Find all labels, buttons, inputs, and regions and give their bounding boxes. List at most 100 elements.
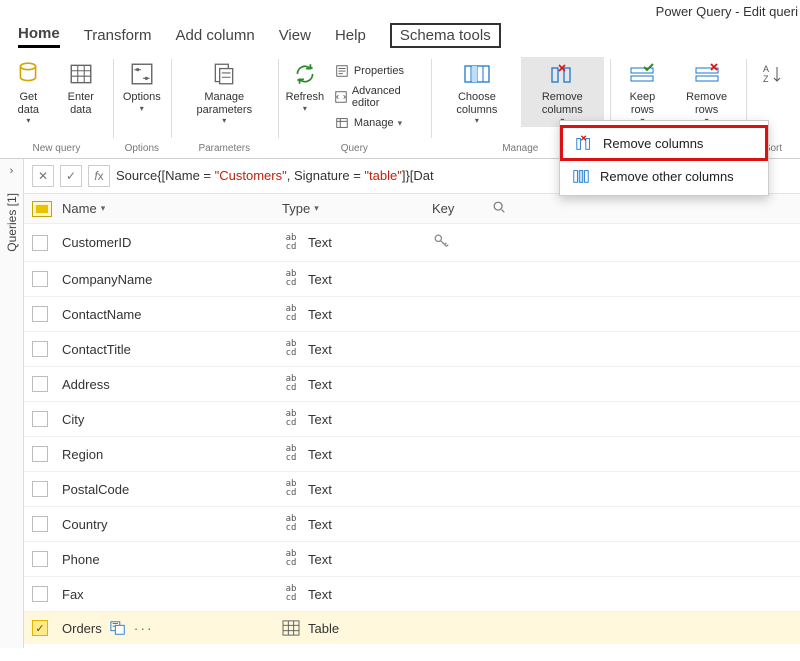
row-name: City <box>62 412 84 427</box>
text-type-icon: abcd <box>282 445 300 463</box>
table-row[interactable]: ✓Orders···Table <box>24 612 800 644</box>
get-data-button[interactable]: Get data▾ <box>6 57 51 127</box>
row-name: ContactTitle <box>62 342 131 357</box>
group-manage: Manage <box>502 143 538 158</box>
row-checkbox[interactable] <box>32 551 48 567</box>
keep-rows-button[interactable]: Keep rows▾ <box>616 57 669 127</box>
row-type: Text <box>308 377 332 392</box>
properties-button[interactable]: Properties <box>330 61 425 81</box>
row-checkbox[interactable] <box>32 411 48 427</box>
row-type: Text <box>308 235 332 250</box>
name-column-header[interactable]: Name <box>62 201 97 216</box>
key-icon <box>432 232 450 250</box>
row-name: PostalCode <box>62 482 129 497</box>
tab-view[interactable]: View <box>279 24 311 47</box>
text-type-icon: abcd <box>282 234 300 252</box>
group-options: Options <box>125 143 159 158</box>
table-type-icon <box>282 620 300 636</box>
svg-text:A: A <box>763 64 769 74</box>
formula-text[interactable]: Source{[Name = "Customers", Signature = … <box>116 168 434 184</box>
tab-home[interactable]: Home <box>18 22 60 48</box>
refresh-icon <box>290 59 320 89</box>
choose-columns-button[interactable]: Choose columns▾ <box>437 57 517 127</box>
properties-icon <box>334 63 350 79</box>
tab-transform[interactable]: Transform <box>84 24 152 47</box>
row-checkbox[interactable] <box>32 376 48 392</box>
remove-rows-button[interactable]: Remove rows▾ <box>673 57 740 127</box>
row-type: Text <box>308 587 332 602</box>
table-row[interactable]: PostalCode abcd Text <box>24 472 800 507</box>
row-checkbox[interactable] <box>32 271 48 287</box>
cancel-formula-button[interactable]: ✕ <box>32 165 54 187</box>
remove-rows-icon <box>692 59 722 89</box>
row-name: ContactName <box>62 307 141 322</box>
keep-rows-icon <box>627 59 657 89</box>
text-type-icon: abcd <box>282 305 300 323</box>
remove-other-columns-icon <box>572 167 590 185</box>
tab-help[interactable]: Help <box>335 24 366 47</box>
tab-schema-tools[interactable]: Schema tools <box>390 23 501 48</box>
search-icon <box>492 200 506 217</box>
enter-data-button[interactable]: Enter data <box>55 57 107 127</box>
row-type: Text <box>308 272 332 287</box>
manage-parameters-button[interactable]: Manage parameters▾ <box>177 57 272 127</box>
row-checkbox[interactable] <box>32 446 48 462</box>
accept-formula-button[interactable]: ✓ <box>60 165 82 187</box>
text-type-icon: abcd <box>282 375 300 393</box>
group-new-query: New query <box>33 143 81 158</box>
table-row[interactable]: Country abcd Text <box>24 507 800 542</box>
text-type-icon: abcd <box>282 480 300 498</box>
row-type: Text <box>308 482 332 497</box>
table-row[interactable]: AddressabcdText <box>24 367 800 402</box>
row-type: Text <box>308 412 332 427</box>
schema-rows: CustomerIDabcdTextCompanyNameabcdTextCon… <box>24 224 800 644</box>
row-name: CompanyName <box>62 272 152 287</box>
row-checkbox[interactable] <box>32 586 48 602</box>
options-icon <box>127 59 157 89</box>
text-type-icon: abcd <box>282 515 300 533</box>
type-column-header[interactable]: Type <box>282 201 310 216</box>
row-type: Text <box>308 342 332 357</box>
remove-other-columns-menu-item[interactable]: Remove other columns <box>560 161 768 191</box>
row-checkbox[interactable] <box>32 306 48 322</box>
more-icon[interactable]: ··· <box>134 620 154 636</box>
row-name: Fax <box>62 587 84 602</box>
queries-label: Queries [1] <box>5 193 19 252</box>
text-type-icon: abcd <box>282 585 300 603</box>
remove-columns-button[interactable]: Remove columns▾ <box>521 57 604 127</box>
table-row[interactable]: CompanyNameabcdText <box>24 262 800 297</box>
text-type-icon: abcd <box>282 410 300 428</box>
row-type: Text <box>308 517 332 532</box>
fx-button[interactable]: fx <box>88 165 110 187</box>
row-checkbox[interactable]: ✓ <box>32 620 48 636</box>
table-row[interactable]: City abcd Text <box>24 402 800 437</box>
text-type-icon: abcd <box>282 550 300 568</box>
row-name: Region <box>62 447 103 462</box>
svg-text:Z: Z <box>763 74 769 84</box>
row-name: Country <box>62 517 108 532</box>
manage-button[interactable]: Manage ▾ <box>330 113 425 133</box>
sort-button[interactable]: AZ <box>752 57 794 93</box>
table-row[interactable]: ContactNameabcdText <box>24 297 800 332</box>
table-row[interactable]: PhoneabcdText <box>24 542 800 577</box>
row-checkbox[interactable] <box>32 341 48 357</box>
column-headers: Name▾ Type▾ Key <box>24 194 800 224</box>
table-row[interactable]: Fax abcd Text <box>24 577 800 612</box>
table-row[interactable]: CustomerIDabcdText <box>24 224 800 262</box>
advanced-editor-button[interactable]: Advanced editor <box>330 83 425 111</box>
remove-columns-menu-item[interactable]: Remove columns <box>560 125 768 161</box>
refresh-button[interactable]: Refresh▾ <box>284 57 326 133</box>
row-checkbox[interactable] <box>32 516 48 532</box>
remove-columns-dropdown: Remove columns Remove other columns <box>559 120 769 196</box>
tab-add-column[interactable]: Add column <box>175 24 254 47</box>
row-checkbox[interactable] <box>32 481 48 497</box>
remove-columns-icon <box>575 134 593 152</box>
table-row[interactable]: ContactTitleabcdText <box>24 332 800 367</box>
table-row[interactable]: Region abcd Text <box>24 437 800 472</box>
expand-sidebar-icon[interactable]: › <box>10 165 14 177</box>
key-column-header[interactable]: Key <box>432 201 454 216</box>
select-all-checkbox[interactable] <box>32 201 52 217</box>
options-button[interactable]: Options▾ <box>119 57 165 115</box>
row-checkbox[interactable] <box>32 235 48 251</box>
row-type: Text <box>308 447 332 462</box>
